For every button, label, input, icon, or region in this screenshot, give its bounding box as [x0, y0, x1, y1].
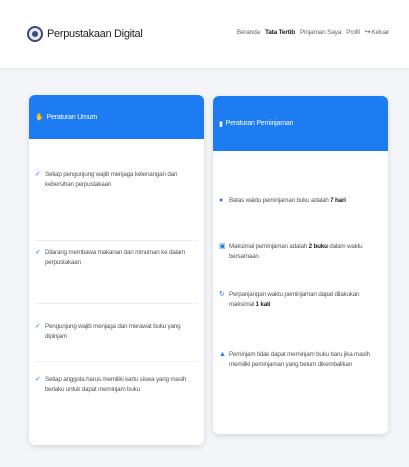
- nav-beranda[interactable]: Beranda: [237, 29, 260, 36]
- loan-rules-header: ▮ Peraturan Peminjaman: [213, 96, 388, 151]
- brand-name: Perpustakaan Digital: [47, 28, 143, 40]
- nav-profil[interactable]: Profil: [346, 29, 360, 36]
- renew-icon: ↻: [219, 291, 225, 298]
- list-item: ✓ Setiap pengunjung wajib menjaga ketena…: [35, 171, 178, 188]
- check-icon: ✓: [35, 171, 41, 178]
- warning-icon: ▲: [219, 351, 226, 358]
- loan-rules-title: Peraturan Peminjaman: [225, 120, 294, 127]
- list-item: ▣ Maksimal peminjaman adalah 2 buku dala…: [219, 243, 363, 260]
- general-rules-card: ✋ Peraturan Umum ✓ Setiap pengunjung waj…: [29, 95, 204, 445]
- divider: [35, 303, 198, 304]
- check-icon: ✓: [35, 323, 41, 330]
- general-rules-title: Peraturan Umum: [46, 113, 98, 121]
- list-item: ✓ Pengunjung wajib menjaga dan merawat b…: [35, 323, 181, 340]
- logout-icon: ↪: [364, 29, 371, 36]
- nav-tata-tertib[interactable]: Tata Tertib: [265, 29, 295, 36]
- check-icon: ✓: [35, 249, 41, 256]
- hand-icon: ✋: [35, 114, 44, 121]
- nav-logout-label: Keluar: [371, 29, 389, 36]
- loan-rules-card: ▮ Peraturan Peminjaman ● Batas waktu pem…: [213, 96, 388, 434]
- navbar: Perpustakaan Digital Beranda Tata Tertib…: [0, 0, 409, 68]
- nav-menu: Beranda Tata Tertib Pinjaman Saya Profil…: [232, 28, 389, 37]
- nav-logout[interactable]: ↪Keluar: [365, 28, 389, 36]
- list-item: ✓ Setiap anggota harus memiliki kartu si…: [35, 376, 187, 393]
- brand[interactable]: Perpustakaan Digital: [27, 25, 143, 43]
- list-item: ● Batas waktu peminjaman buku adalah 7 h…: [219, 197, 346, 204]
- book-icon: ▮: [219, 120, 223, 128]
- library-logo-icon: [27, 26, 43, 42]
- list-item: ▲ Peminjam tidak dapat meminjam buku bar…: [219, 351, 370, 368]
- divider: [35, 361, 198, 362]
- list-item: ↻ Perpanjangan waktu peminjaman dapat di…: [219, 291, 360, 308]
- list-item: ✓ Dilarang membawa makanan dan minuman k…: [35, 249, 186, 266]
- general-rules-header: ✋ Peraturan Umum: [29, 95, 204, 139]
- divider: [35, 240, 198, 241]
- clock-icon: ●: [219, 197, 224, 204]
- nav-pinjaman-saya[interactable]: Pinjaman Saya: [300, 29, 341, 36]
- check-icon: ✓: [35, 376, 41, 383]
- book-icon: ▣: [219, 243, 226, 250]
